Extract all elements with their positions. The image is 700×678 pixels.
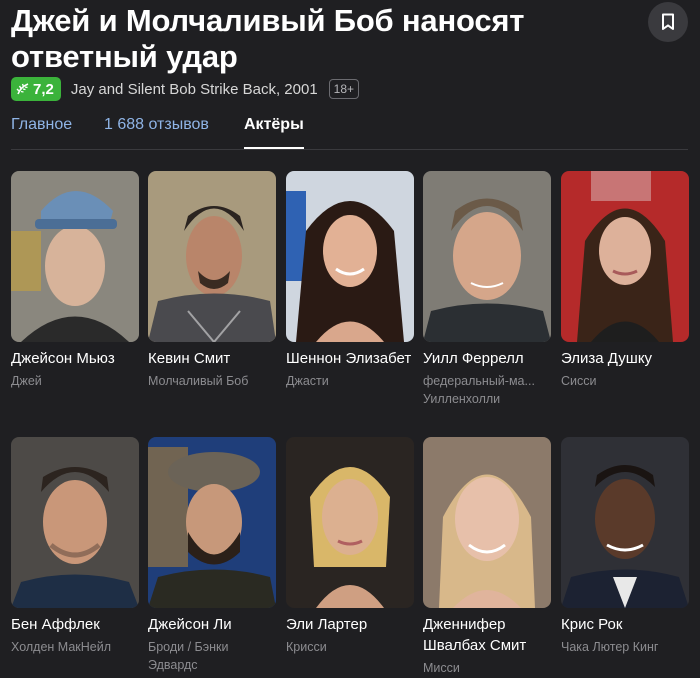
actor-photo [423,437,551,608]
actor-name: Кевин Смит [148,350,231,367]
actor-card[interactable]: Шеннон Элизабет Джасти [286,171,414,390]
actor-name: Крис Рок [561,616,623,633]
bookmark-button[interactable] [648,2,688,42]
actor-card[interactable]: Бен Аффлек Холден МакНейл [11,437,139,656]
actor-role: федеральный-ма... Уилленхолли [423,374,535,406]
actor-name: Элиза Душку [561,350,653,367]
actor-name: Дженнифер Швалбах Смит [423,616,527,654]
actor-card[interactable]: Крис Рок Чака Лютер Кинг [561,437,689,656]
actor-photo [286,437,414,608]
actor-name: Джейсон Ли [148,616,232,633]
age-badge: 18+ [328,79,360,99]
actor-role: Чака Лютер Кинг [561,640,659,654]
actor-role: Джасти [286,374,329,388]
actor-role: Холден МакНейл [11,640,112,654]
tab-bar: Главное 1 688 отзывов Актёры [11,116,688,150]
tab-actors[interactable]: Актёры [244,116,304,149]
actor-role: Молчаливый Боб [148,374,249,388]
rating-value: 7,2 [33,80,54,98]
actor-photo [561,171,689,342]
tab-main[interactable]: Главное [11,116,72,134]
movie-meta: 7,2 Jay and Silent Bob Strike Back, 2001… [11,76,360,102]
actor-photo [11,437,139,608]
actor-name: Уилл Феррелл [423,350,524,367]
bookmark-icon [662,13,674,30]
actor-photo [148,171,276,342]
actor-card[interactable]: Уилл Феррелл федеральный-ма... Уилленхол… [423,171,551,408]
actor-photo [286,171,414,342]
actor-name: Бен Аффлек [11,616,100,633]
actor-role: Джей [11,374,42,388]
actor-name: Эли Лартер [286,616,368,633]
actor-card[interactable]: Кевин Смит Молчаливый Боб [148,171,276,390]
actor-card[interactable]: Эли Лартер Крисси [286,437,414,656]
page-title: Джей и Молчаливый Боб наносят ответный у… [11,3,525,74]
actor-card[interactable]: Джейсон Мьюз Джей [11,171,139,390]
rating-badge: 7,2 [11,77,61,101]
actor-card[interactable]: Элиза Душку Сисси [561,171,689,390]
actor-name: Шеннон Элизабет [286,350,412,367]
actor-card[interactable]: Джейсон Ли Броди / Бэнки Эдвардс [148,437,276,674]
actor-role: Крисси [286,640,327,654]
actor-photo [423,171,551,342]
actor-card[interactable]: Дженнифер Швалбах Смит Мисси [423,437,551,677]
original-title: Jay and Silent Bob Strike Back, 2001 [70,80,318,98]
actor-name: Джейсон Мьюз [11,350,115,367]
actor-role: Броди / Бэнки Эдвардс [148,640,229,672]
page-header: Джей и Молчаливый Боб наносят ответный у… [11,0,651,75]
actor-photo [561,437,689,608]
tab-reviews[interactable]: 1 688 отзывов [104,116,209,134]
laurel-icon [16,83,29,95]
actor-role: Мисси [423,661,460,675]
actor-photo [148,437,276,608]
actor-role: Сисси [561,374,597,388]
actor-photo [11,171,139,342]
